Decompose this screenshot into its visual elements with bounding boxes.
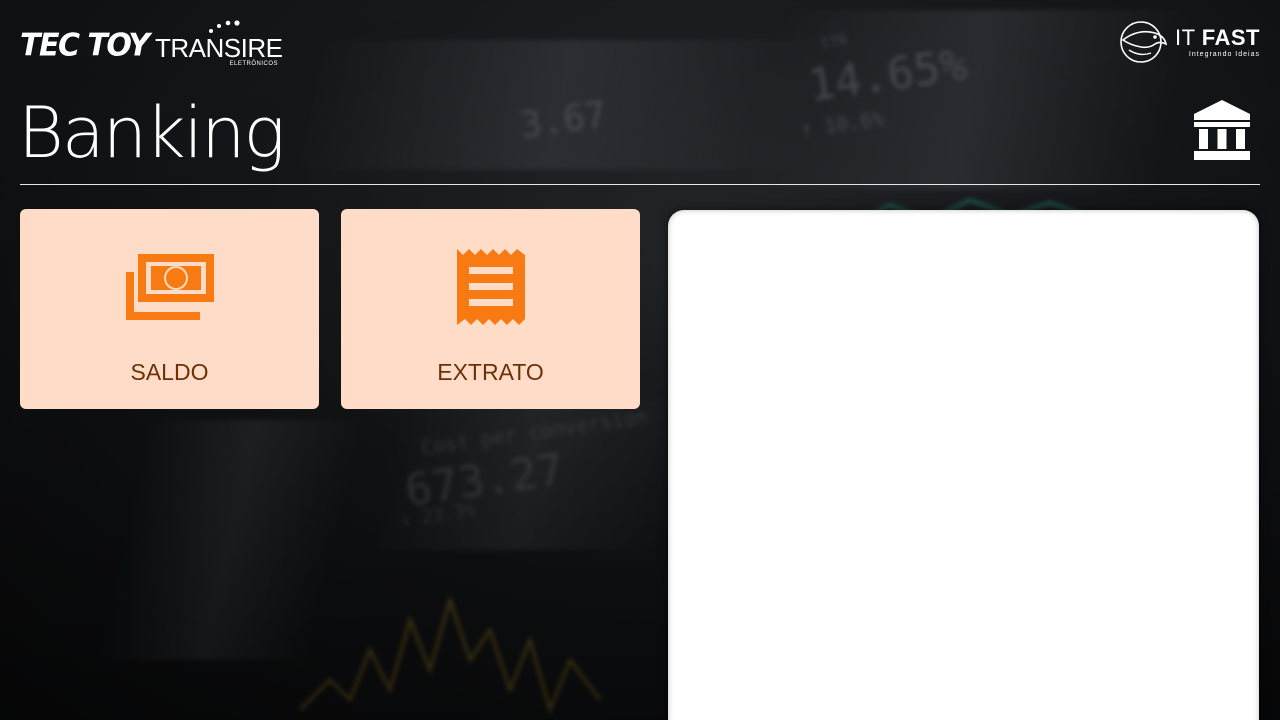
page-title: Banking [18,92,285,174]
app-screen: 14.65% CTR ↑ 10.6% 3.67 Cost per convers… [0,0,1280,720]
extrato-label: EXTRATO [437,359,544,385]
saldo-tile-button[interactable]: SALDO [20,209,319,409]
itfast-tagline: Integrando Ideias [1188,50,1260,58]
transire-subtitle: ELETRÔNICOS [229,61,278,67]
itfast-wordmark: IT FAST [1174,24,1260,50]
transire-dots-icon [209,20,240,33]
content-panel [668,210,1259,720]
transire-logo: TRANSIRE ELETRÔNICOS [155,20,283,70]
money-bills-icon [125,254,214,320]
bank-icon [1194,100,1250,160]
saldo-label: SALDO [130,359,209,385]
tectoy-logo: TEC TOY [20,27,150,64]
extrato-tile-button[interactable]: EXTRATO [341,209,640,409]
header-divider [20,184,1260,185]
itfast-logo: IT FAST Integrando Ideias [1119,19,1260,65]
transire-wordmark: TRANSIRE [155,33,283,63]
eagle-icon [1120,21,1167,63]
receipt-icon [456,249,525,325]
